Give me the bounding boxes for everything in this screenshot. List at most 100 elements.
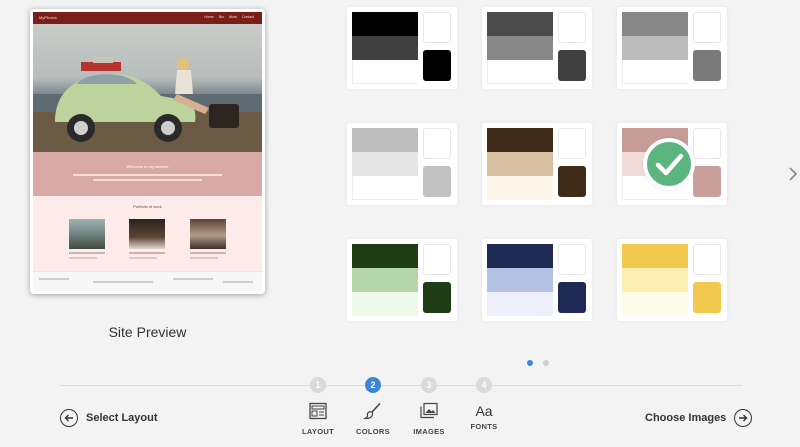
palette-bar [487, 244, 553, 268]
palette-bar [487, 36, 553, 60]
palette-bar [352, 152, 418, 176]
site-preview-card: MyPhotos Home Bio Work Contact Welcome t… [30, 9, 265, 294]
palette-bar [352, 176, 418, 200]
palette-square-dark [693, 166, 721, 197]
navy-palette-swatch[interactable] [482, 239, 592, 321]
pagination-dot[interactable] [543, 360, 549, 366]
preview-caption-line [129, 252, 165, 254]
preview-nav-links: Home Bio Work Contact [204, 15, 254, 19]
palette-square-light [558, 244, 586, 275]
arrow-right-icon [734, 409, 753, 427]
preview-footer-line [223, 281, 253, 283]
preview-welcome-heading: Welcome to my website [126, 164, 169, 169]
palette-bars [487, 12, 553, 84]
step-colors[interactable]: 2 COLORS [343, 377, 403, 436]
palette-bar [487, 152, 553, 176]
green-palette-swatch[interactable] [347, 239, 457, 321]
palette-square-light [558, 12, 586, 43]
palette-square-dark [693, 282, 721, 313]
step-layout[interactable]: 1 LAYOUT [288, 377, 348, 436]
preview-caption-line [69, 257, 97, 259]
palette-square-light [558, 128, 586, 159]
palette-bar [622, 268, 688, 292]
palette-bar [352, 36, 418, 60]
palette-square-dark [423, 166, 451, 197]
step-label: IMAGES [413, 427, 445, 436]
paintbrush-icon [362, 402, 381, 420]
palette-bars [622, 12, 688, 84]
palette-bars [622, 244, 688, 316]
preview-caption-line [69, 252, 105, 254]
palette-bar [487, 176, 553, 200]
palette-bars [352, 12, 418, 84]
choose-images-button[interactable]: Choose Images [645, 408, 753, 428]
preview-nav-link: Contact [241, 15, 254, 19]
palette-square-dark [423, 50, 451, 81]
palette-square-dark [423, 282, 451, 313]
select-layout-label: Select Layout [86, 412, 158, 424]
preview-caption-line [190, 252, 226, 254]
chevron-right-icon[interactable] [786, 165, 800, 183]
step-number: 3 [421, 377, 437, 393]
preview-nav-link: Home [204, 15, 214, 19]
palette-bar [352, 292, 418, 316]
step-number: 1 [310, 377, 326, 393]
preview-thumbnail [69, 219, 105, 249]
palette-square-light [423, 244, 451, 275]
gray-palette-swatch[interactable] [617, 7, 727, 89]
palette-bar [352, 128, 418, 152]
palette-square-light [693, 244, 721, 275]
preview-caption-line [129, 257, 157, 259]
yellow-palette-swatch[interactable] [617, 239, 727, 321]
step-number: 4 [476, 377, 492, 393]
site-preview-label: Site Preview [108, 324, 187, 340]
step-images[interactable]: 3 IMAGES [399, 377, 459, 436]
palette-square-light [693, 12, 721, 43]
palette-bar [352, 12, 418, 36]
select-layout-button[interactable]: Select Layout [60, 408, 158, 428]
preview-welcome-section: Welcome to my website [33, 152, 262, 196]
palette-square-light [423, 128, 451, 159]
rose-palette-swatch[interactable] [617, 123, 727, 205]
choose-images-label: Choose Images [645, 412, 727, 424]
palette-bar [487, 60, 553, 84]
palette-square-dark [693, 50, 721, 81]
arrow-left-icon [60, 409, 78, 427]
step-label: LAYOUT [302, 427, 334, 436]
step-fonts[interactable]: 4 Aa FONTS [454, 377, 514, 431]
step-label: FONTS [470, 422, 498, 431]
palette-bars [352, 128, 418, 200]
palette-square-dark [558, 282, 586, 313]
preview-footer [33, 271, 262, 291]
preview-nav-link: Bio [218, 15, 224, 19]
preview-text-line [73, 174, 222, 176]
dark-gray-palette-swatch[interactable] [482, 7, 592, 89]
palette-bar [352, 60, 418, 84]
palette-square-light [423, 12, 451, 43]
palette-bars [487, 128, 553, 200]
brown-palette-swatch[interactable] [482, 123, 592, 205]
palette-bar [487, 128, 553, 152]
images-icon [420, 402, 438, 419]
black-palette-swatch[interactable] [347, 7, 457, 89]
palette-bar [622, 244, 688, 268]
step-label: COLORS [356, 427, 390, 436]
preview-footer-line [39, 278, 69, 280]
palette-bar [352, 244, 418, 268]
fonts-icon: Aa [475, 403, 493, 419]
light-gray-palette-swatch[interactable] [347, 123, 457, 205]
preview-caption-line [190, 257, 218, 259]
preview-thumbnail [190, 219, 226, 249]
preview-footer-line [173, 278, 213, 280]
step-number: 2 [365, 377, 381, 393]
preview-hero-image [33, 24, 262, 152]
palette-bar [487, 292, 553, 316]
pagination-dot-active[interactable] [527, 360, 533, 366]
palette-square-light [693, 128, 721, 159]
preview-text-line [93, 179, 202, 181]
palette-bars [352, 244, 418, 316]
palette-bars [487, 244, 553, 316]
preview-thumbnail [129, 219, 165, 249]
palette-bar [622, 12, 688, 36]
palette-square-dark [558, 50, 586, 81]
